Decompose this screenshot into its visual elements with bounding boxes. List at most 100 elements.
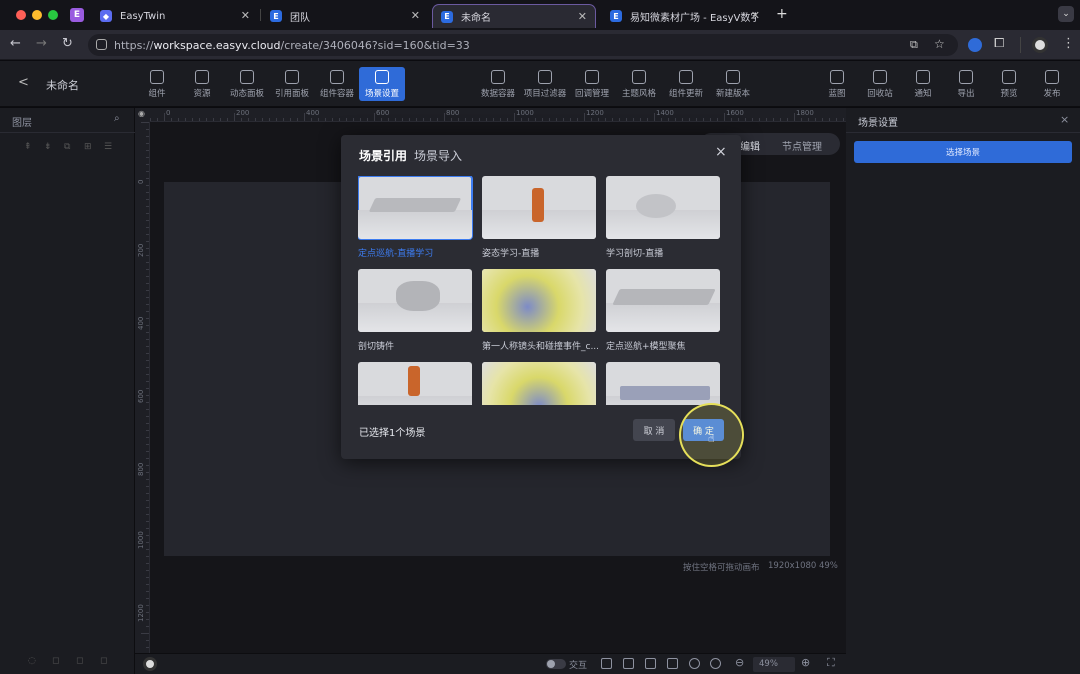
scene-thumbnail[interactable]: [482, 362, 596, 406]
toolbar-button-mid-4[interactable]: 组件更新: [663, 67, 709, 101]
toolbar-button-mid-3[interactable]: 主题风格: [616, 67, 662, 101]
toolbar-button-right-3[interactable]: 导出: [943, 67, 989, 101]
check-icon[interactable]: [601, 658, 612, 669]
toolbar-button-right-2[interactable]: 通知: [900, 67, 946, 101]
toolbar-button-right-4[interactable]: 预览: [986, 67, 1032, 101]
toolbar-button-left-4[interactable]: 组件容器: [314, 67, 360, 101]
ruler-tick: [141, 633, 149, 634]
help-icon[interactable]: [710, 658, 721, 669]
tab-untitled[interactable]: E 未命名 ✕: [432, 4, 596, 28]
profile-avatar[interactable]: [1032, 37, 1048, 53]
comment-icon[interactable]: [645, 658, 656, 669]
tab-scene-import[interactable]: 场景导入: [414, 147, 462, 164]
list-icon[interactable]: ☰: [104, 142, 112, 152]
toolbar-button-right-5[interactable]: 发布: [1029, 67, 1075, 101]
panel-icon[interactable]: [667, 658, 678, 669]
close-dialog-icon[interactable]: ×: [715, 144, 727, 160]
lock-icon[interactable]: ◻: [52, 656, 59, 666]
profile-badge[interactable]: E: [70, 8, 84, 22]
forward-arrow-icon[interactable]: →: [36, 36, 47, 51]
tab-list-chevron-icon[interactable]: ⌄: [1058, 6, 1074, 22]
ruler-tick: [146, 472, 149, 473]
close-tab-icon[interactable]: ✕: [751, 9, 760, 22]
tab-edit[interactable]: 编辑: [740, 138, 760, 153]
panel-divider: [0, 132, 135, 133]
bulb-icon[interactable]: ◌: [28, 656, 36, 666]
ruler-left-label: 600: [137, 389, 145, 403]
close-tab-icon[interactable]: ✕: [241, 9, 250, 22]
tab-team[interactable]: E 团队 ✕: [262, 4, 428, 28]
ruler-tick: [794, 113, 795, 121]
maximize-window-button[interactable]: [48, 10, 58, 20]
toolbar-button-left-3[interactable]: 引用面板: [269, 67, 315, 101]
toolbar-button-left-1[interactable]: 资源: [179, 67, 225, 101]
avatar[interactable]: [143, 657, 157, 671]
ruler-tick: [146, 269, 149, 270]
scene-thumbnail[interactable]: [606, 269, 720, 332]
ruler-tick: [146, 262, 149, 263]
layers-icon: [195, 70, 209, 84]
copy-icon[interactable]: ◻: [76, 656, 83, 666]
scene-thumbnail[interactable]: [482, 269, 596, 332]
group-icon[interactable]: ⧉: [64, 142, 70, 152]
scene-thumbnail[interactable]: [482, 176, 596, 239]
interact-toggle[interactable]: [546, 659, 566, 669]
toolbar-button-left-0[interactable]: 组件: [134, 67, 180, 101]
zoom-in-icon[interactable]: ⊕: [801, 656, 810, 669]
address-bar[interactable]: https://workspace.easyv.cloud/create/340…: [88, 34, 958, 56]
scene-thumbnail[interactable]: [358, 269, 472, 332]
scene-thumbnail[interactable]: [606, 362, 720, 406]
reload-icon[interactable]: ↻: [62, 36, 73, 51]
code-icon[interactable]: [623, 658, 634, 669]
browser-menu-icon[interactable]: ⋮: [1062, 36, 1075, 51]
grid-icon: [240, 70, 254, 84]
toolbar-button-mid-2[interactable]: 回调管理: [569, 67, 615, 101]
scene-thumbnail[interactable]: [606, 176, 720, 239]
site-info-icon[interactable]: [96, 39, 107, 50]
extension-icon[interactable]: [968, 38, 982, 52]
fit-screen-icon[interactable]: ⛶: [827, 656, 835, 670]
ruler-tick: [332, 118, 333, 121]
ruler-tick: [146, 129, 149, 130]
toolbar-button-right-1[interactable]: 回收站: [857, 67, 903, 101]
close-tab-icon[interactable]: ✕: [411, 9, 420, 22]
close-tab-icon[interactable]: ✕: [578, 10, 587, 23]
toolbar-button-label: 导出: [957, 89, 975, 99]
delete-icon[interactable]: ◻: [100, 656, 107, 666]
toolbar-button-mid-1[interactable]: 项目过滤器: [522, 67, 568, 101]
zoom-input[interactable]: 49%: [753, 657, 795, 672]
back-button[interactable]: <: [18, 75, 29, 90]
tab-scene-reference[interactable]: 场景引用: [359, 147, 407, 164]
toolbar-button-right-0[interactable]: 蓝图: [814, 67, 860, 101]
toolbar-button-left-5[interactable]: 场景设置: [359, 67, 405, 101]
ruler-tick: [815, 118, 816, 121]
project-title[interactable]: 未命名: [46, 77, 79, 93]
bookmark-star-icon[interactable]: ☆: [934, 37, 945, 51]
back-arrow-icon[interactable]: ←: [10, 36, 21, 51]
ruler-tick: [430, 118, 431, 121]
cast-icon[interactable]: ⧉: [910, 38, 918, 52]
settings-gear-icon[interactable]: [689, 658, 700, 669]
close-window-button[interactable]: [16, 10, 26, 20]
select-scene-button[interactable]: 选择场景: [854, 141, 1072, 163]
tab-material-square[interactable]: E 易知微素材广场 - EasyV数字孪 ✕: [602, 4, 768, 28]
close-panel-icon[interactable]: ×: [1060, 113, 1069, 126]
extensions-puzzle-icon[interactable]: ⧠: [994, 36, 1004, 51]
search-icon[interactable]: ⌕: [114, 113, 120, 124]
dialog-divider: [341, 405, 741, 406]
minimize-window-button[interactable]: [32, 10, 42, 20]
new-tab-button[interactable]: +: [776, 6, 788, 22]
scene-thumbnail[interactable]: [358, 176, 473, 240]
toolbar-button-mid-5[interactable]: 新建版本: [710, 67, 756, 101]
zoom-out-icon[interactable]: ⊖: [735, 656, 744, 669]
tab-node-manage[interactable]: 节点管理: [782, 138, 822, 153]
ruler-corner-eye-icon[interactable]: ◉: [135, 108, 150, 122]
cancel-button[interactable]: 取 消: [633, 419, 675, 441]
toolbar-button-left-2[interactable]: 动态面板: [224, 67, 270, 101]
tab-easytwin[interactable]: ◆ EasyTwin ✕: [92, 4, 258, 28]
move-bottom-icon[interactable]: ⇟: [44, 142, 52, 152]
ungroup-icon[interactable]: ⊞: [84, 142, 92, 152]
scene-thumbnail[interactable]: [358, 362, 472, 406]
toolbar-button-mid-0[interactable]: 数据容器: [475, 67, 521, 101]
move-top-icon[interactable]: ⇞: [24, 142, 32, 152]
